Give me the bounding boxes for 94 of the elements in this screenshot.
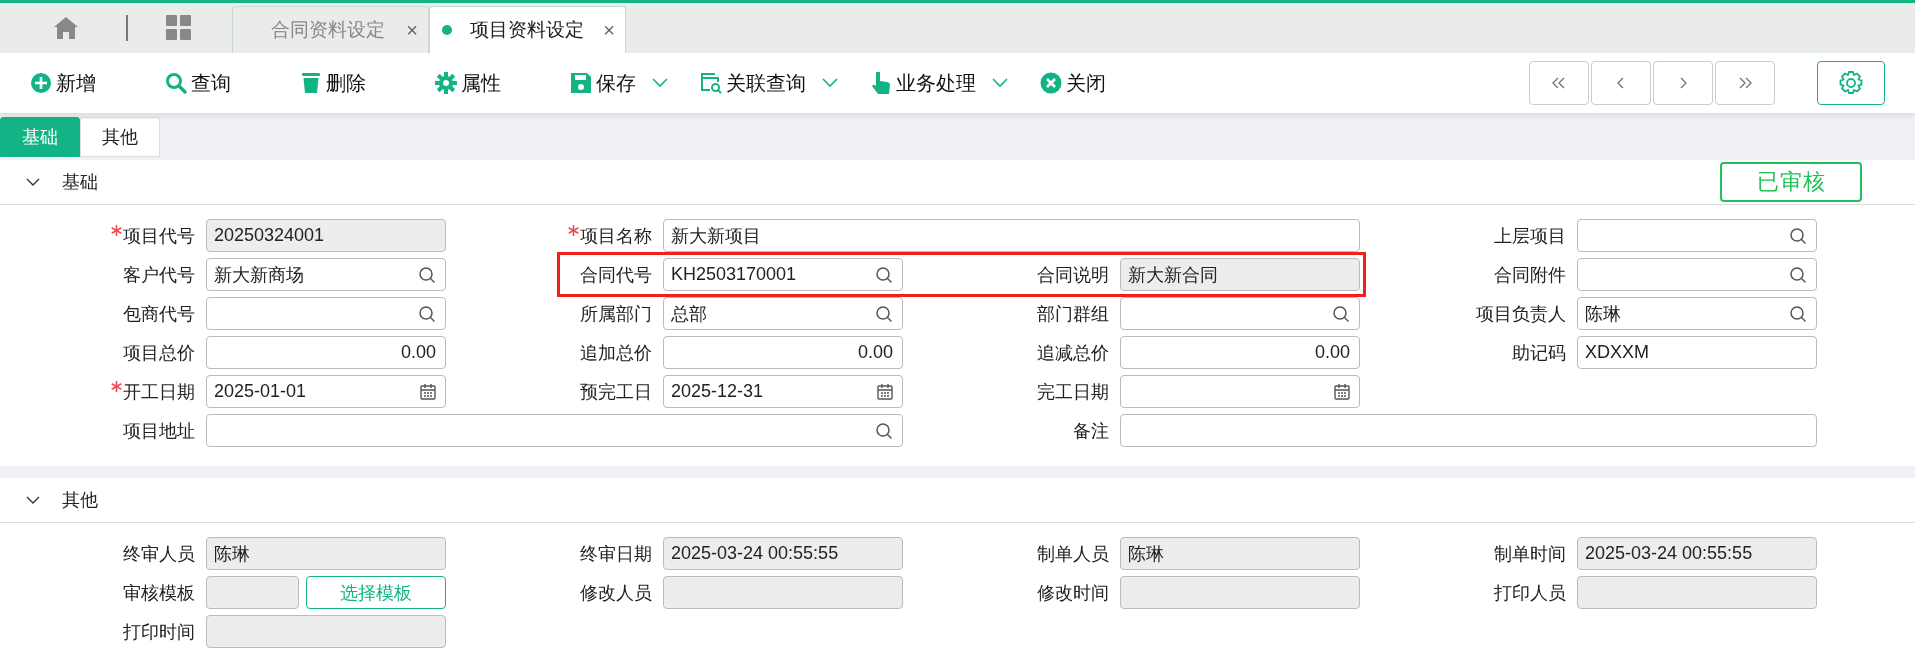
search-icon[interactable] <box>418 265 436 284</box>
input-field[interactable] <box>1120 414 1817 447</box>
next-button[interactable] <box>1653 61 1713 105</box>
grid-icon[interactable] <box>166 15 192 41</box>
page-tab[interactable]: 项目资料设定 × <box>429 6 626 53</box>
search-icon <box>165 72 187 94</box>
pointing-hand-icon <box>870 72 892 94</box>
tab-close-button[interactable]: × <box>603 18 615 42</box>
field-label: 备注 <box>1073 419 1109 443</box>
field-label: 完工日期 <box>1037 380 1109 404</box>
input-field[interactable]: 0.00 <box>206 336 446 369</box>
field-label: 追减总价 <box>1037 341 1109 365</box>
field-label: 修改人员 <box>580 581 652 605</box>
tab-close-button[interactable]: × <box>406 18 418 42</box>
field-label: 制单人员 <box>1037 542 1109 566</box>
active-dot-icon <box>442 25 452 35</box>
lookup-field[interactable] <box>206 297 446 330</box>
previous-button[interactable] <box>1591 61 1651 105</box>
caret-icon <box>992 78 1008 88</box>
toolbar-button[interactable]: 保存 <box>570 69 668 97</box>
field-label: 上层项目 <box>1494 224 1566 248</box>
first-page-button[interactable] <box>1529 61 1589 105</box>
toolbar-button[interactable]: 新增 <box>30 69 138 97</box>
date-field[interactable]: 2025-12-31 <box>663 375 903 408</box>
search-icon[interactable] <box>1789 304 1807 323</box>
caret-icon <box>652 78 668 88</box>
field-label: 客户代号 <box>123 263 195 287</box>
search-icon[interactable] <box>875 421 893 440</box>
home-icon[interactable] <box>54 17 78 39</box>
field-label: 终审人员 <box>123 542 195 566</box>
search-icon[interactable] <box>1789 226 1807 245</box>
field-label: 包商代号 <box>123 302 195 326</box>
search-icon[interactable] <box>418 304 436 323</box>
page-tab[interactable]: 合同资料设定 × <box>232 6 429 53</box>
toolbar-button[interactable]: 关闭 <box>1040 69 1148 97</box>
field-label: 项目地址 <box>123 419 195 443</box>
field-label: 部门群组 <box>1037 302 1109 326</box>
search-icon[interactable] <box>1789 265 1807 284</box>
field-label: 合同代号 <box>580 263 652 287</box>
date-field[interactable] <box>1120 375 1360 408</box>
status-badge: 已审核 <box>1720 162 1862 202</box>
trash-icon <box>300 72 322 94</box>
lookup-field[interactable]: 陈琳 <box>1577 297 1817 330</box>
input-field[interactable]: 新大新项目 <box>663 219 1360 252</box>
window-search-icon <box>700 72 722 94</box>
lookup-field[interactable]: KH2503170001 <box>663 258 903 291</box>
calendar-icon[interactable] <box>420 383 436 400</box>
lookup-field[interactable] <box>1120 297 1360 330</box>
search-icon[interactable] <box>875 304 893 323</box>
lookup-field[interactable]: 总部 <box>663 297 903 330</box>
plus-circle-icon <box>30 72 52 94</box>
toolbar-button[interactable]: 属性 <box>435 69 543 97</box>
field-label: 合同附件 <box>1494 263 1566 287</box>
field-label: 开工日期 <box>123 380 195 404</box>
input-field[interactable]: XDXXM <box>1577 336 1817 369</box>
field-label: 打印人员 <box>1494 581 1566 605</box>
toolbar-button[interactable]: 查询 <box>165 69 273 97</box>
field-label: 审核模板 <box>123 581 195 605</box>
date-field[interactable]: 2025-01-01 <box>206 375 446 408</box>
field-label: 修改时间 <box>1037 581 1109 605</box>
section-title: 其他 <box>62 489 98 512</box>
section-tab[interactable]: 其他 <box>80 117 160 157</box>
lookup-field[interactable] <box>1577 219 1817 252</box>
lookup-field[interactable] <box>206 414 903 447</box>
field-label: 项目负责人 <box>1476 302 1566 326</box>
field-label: 预完工日 <box>580 380 652 404</box>
field-label: 打印时间 <box>123 620 195 644</box>
field-label: 追加总价 <box>580 341 652 365</box>
last-page-button[interactable] <box>1715 61 1775 105</box>
calendar-icon[interactable] <box>1334 383 1350 400</box>
field-label: 项目名称 <box>580 224 652 248</box>
lookup-field[interactable] <box>1577 258 1817 291</box>
section-title: 基础 <box>62 171 98 194</box>
field-label: 制单时间 <box>1494 542 1566 566</box>
field-label: 合同说明 <box>1037 263 1109 287</box>
calendar-icon[interactable] <box>877 383 893 400</box>
toolbar-button[interactable]: 删除 <box>300 69 408 97</box>
field-label: 终审日期 <box>580 542 652 566</box>
gear-icon <box>1838 70 1864 96</box>
field-label: 助记码 <box>1512 341 1566 365</box>
search-icon[interactable] <box>1332 304 1350 323</box>
search-icon[interactable] <box>875 265 893 284</box>
input-field[interactable]: 0.00 <box>1120 336 1360 369</box>
gear-icon <box>435 72 457 94</box>
field-label: 项目代号 <box>123 224 195 248</box>
close-circle-icon <box>1040 72 1062 94</box>
input-field[interactable]: 0.00 <box>663 336 903 369</box>
lookup-field[interactable]: 新大新商场 <box>206 258 446 291</box>
field-label: 所属部门 <box>580 302 652 326</box>
settings-button[interactable] <box>1817 61 1885 105</box>
caret-icon <box>822 78 838 88</box>
field-label: 项目总价 <box>123 341 195 365</box>
toolbar-button[interactable]: 关联查询 <box>700 69 838 97</box>
toolbar-button[interactable]: 业务处理 <box>870 69 1008 97</box>
